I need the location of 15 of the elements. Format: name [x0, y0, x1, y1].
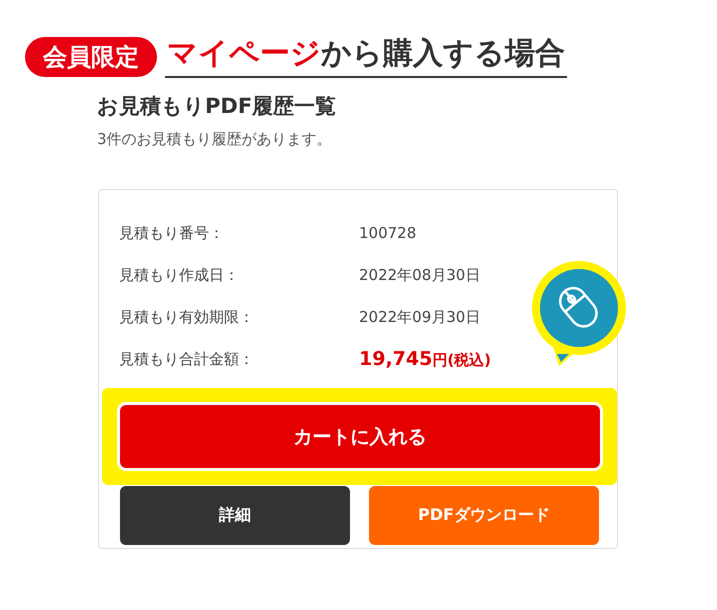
page-heading: お見積もりPDF履歴一覧 — [97, 93, 338, 120]
add-to-cart-button[interactable]: カートに入れる — [120, 405, 600, 468]
detail-value: 2022年09月30日 — [359, 308, 482, 326]
history-count-text: 3件のお見積もり履歴があります。 — [97, 130, 333, 149]
detail-label: 見積もり番号： — [119, 224, 225, 242]
detail-value: 2022年08月30日 — [359, 266, 482, 284]
detail-label: 見積もり有効期限： — [119, 308, 255, 326]
download-button[interactable]: PDFダウンロード — [369, 486, 599, 545]
total-price: 19,745円(税込) — [359, 348, 492, 370]
detail-value: 100728 — [359, 224, 418, 242]
section-title: マイページから購入する場合 — [165, 36, 567, 78]
members-only-badge: 会員限定 — [25, 37, 157, 77]
detail-label: 見積もり合計金額： — [119, 350, 255, 368]
detail-label: 見積もり作成日： — [119, 266, 240, 284]
details-button[interactable]: 詳細 — [120, 486, 350, 545]
